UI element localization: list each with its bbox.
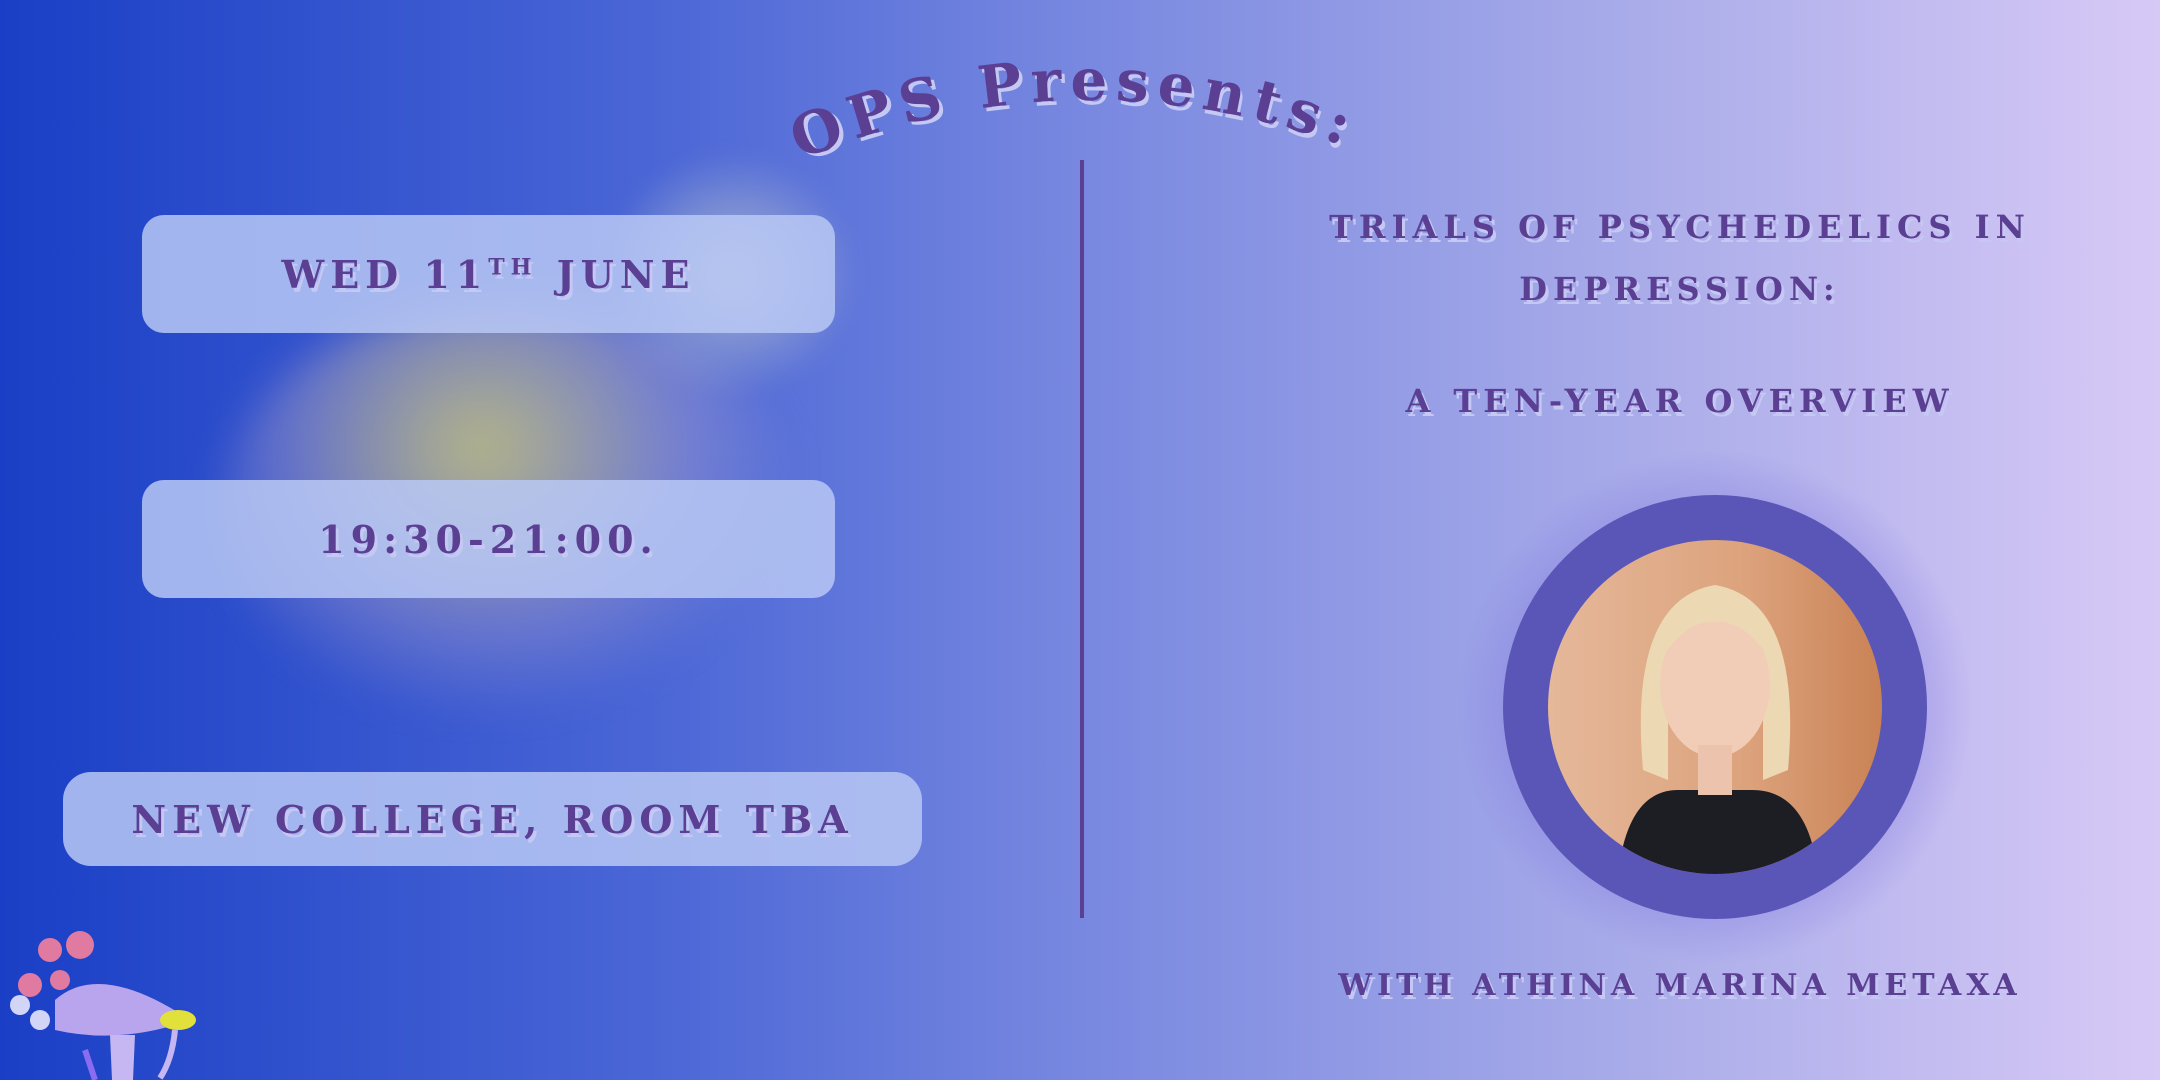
header-title: OPS Presents: OPS Presents: — [781, 46, 1362, 170]
speaker-photo — [1548, 540, 1882, 874]
talk-subtitle: A Ten-Year Overview — [1405, 382, 1955, 420]
location-pill: New College, Room TBA — [63, 772, 922, 866]
time-pill: 19:30-21:00. — [142, 480, 835, 598]
date-text: Wed 11th June — [281, 251, 696, 297]
divider — [1080, 160, 1084, 918]
speaker-name: With Athina Marina Metaxa — [1338, 968, 2022, 1003]
talk-title-line1: Trials of Psychedelics in — [1329, 208, 2031, 246]
location-text: New College, Room TBA — [131, 796, 854, 842]
date-pill: Wed 11th June — [142, 215, 835, 333]
time-text: 19:30-21:00. — [318, 516, 659, 562]
mushroom-illustration-icon — [10, 931, 196, 1080]
talk-title-line2: Depression: — [1519, 270, 1841, 308]
